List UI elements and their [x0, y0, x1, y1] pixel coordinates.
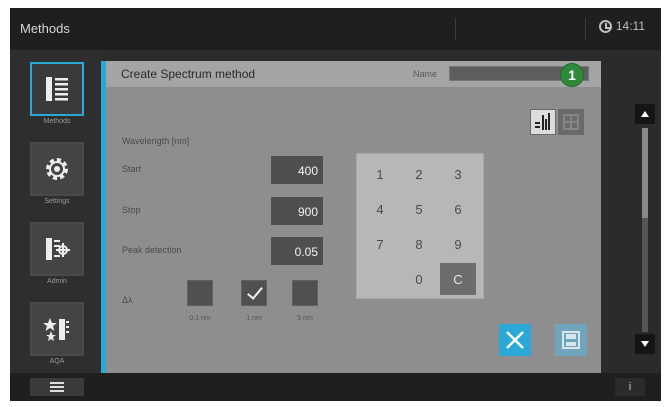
instrument-screen: Methods 14:11 Methods Settings Admin AQA…	[10, 8, 661, 401]
key-3[interactable]: 3	[440, 158, 476, 190]
topbar-divider	[585, 18, 586, 40]
key-8[interactable]: 8	[401, 228, 437, 260]
sidebar-item-label: Admin	[47, 278, 67, 285]
methods-list-icon	[46, 77, 68, 101]
sidebar-item-aqa[interactable]: AQA	[30, 302, 88, 382]
bar-chart-icon	[535, 113, 550, 130]
key-9[interactable]: 9	[440, 228, 476, 260]
key-clear[interactable]: C	[440, 263, 476, 295]
step-label: 1 nm	[246, 315, 262, 322]
alternate-mode-button[interactable]	[558, 109, 584, 135]
settings-button[interactable]	[30, 142, 84, 196]
sidebar-item-label: Settings	[44, 198, 70, 205]
name-label: Name	[413, 69, 438, 79]
sidebar-item-admin[interactable]: Admin	[30, 222, 88, 302]
key-5[interactable]: 5	[401, 193, 437, 225]
sidebar-item-label: Methods	[43, 118, 71, 125]
sidebar: Methods Settings Admin AQA	[10, 50, 102, 373]
step-label: 0.1 nm	[189, 315, 211, 322]
callout-marker: 1	[560, 63, 584, 87]
wavelength-label: Wavelength [nm]	[122, 136, 190, 146]
spectrum-mode-button[interactable]	[530, 109, 556, 135]
close-icon	[506, 331, 524, 349]
grid-icon	[563, 114, 579, 130]
clock-icon	[598, 19, 612, 33]
scrollbar[interactable]	[635, 104, 655, 354]
dialog-title: Create Spectrum method	[121, 67, 256, 81]
step-checkbox-0.1nm[interactable]	[187, 280, 213, 306]
admin-button[interactable]	[30, 222, 84, 276]
stars-icon	[43, 318, 69, 341]
bottom-bar: i	[10, 373, 661, 401]
dialog-header: Create Spectrum method Name	[106, 61, 601, 87]
sidebar-item-label: AQA	[49, 358, 65, 365]
sidebar-item-settings[interactable]: Settings	[30, 142, 88, 222]
menu-button[interactable]	[30, 378, 84, 396]
scroll-thumb[interactable]	[642, 128, 648, 218]
step-label: 5 nm	[297, 315, 313, 322]
stop-field[interactable]: 900	[271, 197, 323, 225]
cancel-button[interactable]	[499, 324, 531, 356]
create-method-dialog: Create Spectrum method Name 1 Wavelength…	[106, 61, 601, 373]
step-checkbox-1nm[interactable]	[241, 280, 267, 306]
start-label: Start	[122, 164, 142, 174]
stop-label: Stop	[122, 205, 141, 215]
peak-detection-field[interactable]: 0.05	[271, 237, 323, 265]
info-icon: i	[628, 381, 632, 393]
topbar-divider	[455, 18, 456, 40]
app-title: Methods	[20, 21, 70, 36]
methods-button[interactable]	[30, 62, 84, 116]
key-blank[interactable]	[362, 263, 398, 295]
key-0[interactable]: 0	[401, 263, 437, 295]
key-7[interactable]: 7	[362, 228, 398, 260]
gear-icon	[46, 158, 68, 180]
step-checkbox-5nm[interactable]	[292, 280, 318, 306]
clock-time: 14:11	[615, 19, 645, 33]
start-field[interactable]: 400	[271, 156, 323, 184]
top-bar: Methods 14:11	[10, 8, 661, 50]
arrow-down-icon	[641, 341, 649, 347]
admin-icon	[46, 238, 70, 260]
arrow-up-icon	[641, 111, 649, 117]
save-button[interactable]	[555, 324, 587, 356]
info-button[interactable]: i	[615, 378, 645, 396]
key-4[interactable]: 4	[362, 193, 398, 225]
scroll-track[interactable]	[642, 128, 648, 332]
numeric-keypad: 1 2 3 4 5 6 7 8 9 0 C	[356, 153, 484, 299]
clock: 14:11	[598, 19, 645, 33]
peak-detection-label: Peak detection	[122, 245, 182, 255]
sidebar-item-methods[interactable]: Methods	[30, 62, 88, 142]
aqa-button[interactable]	[30, 302, 84, 356]
hamburger-icon	[50, 382, 64, 392]
key-6[interactable]: 6	[440, 193, 476, 225]
key-2[interactable]: 2	[401, 158, 437, 190]
save-icon	[562, 331, 580, 349]
key-1[interactable]: 1	[362, 158, 398, 190]
scroll-down-button[interactable]	[635, 334, 655, 354]
delta-lambda-label: Δλ	[122, 295, 133, 305]
scroll-up-button[interactable]	[635, 104, 655, 124]
